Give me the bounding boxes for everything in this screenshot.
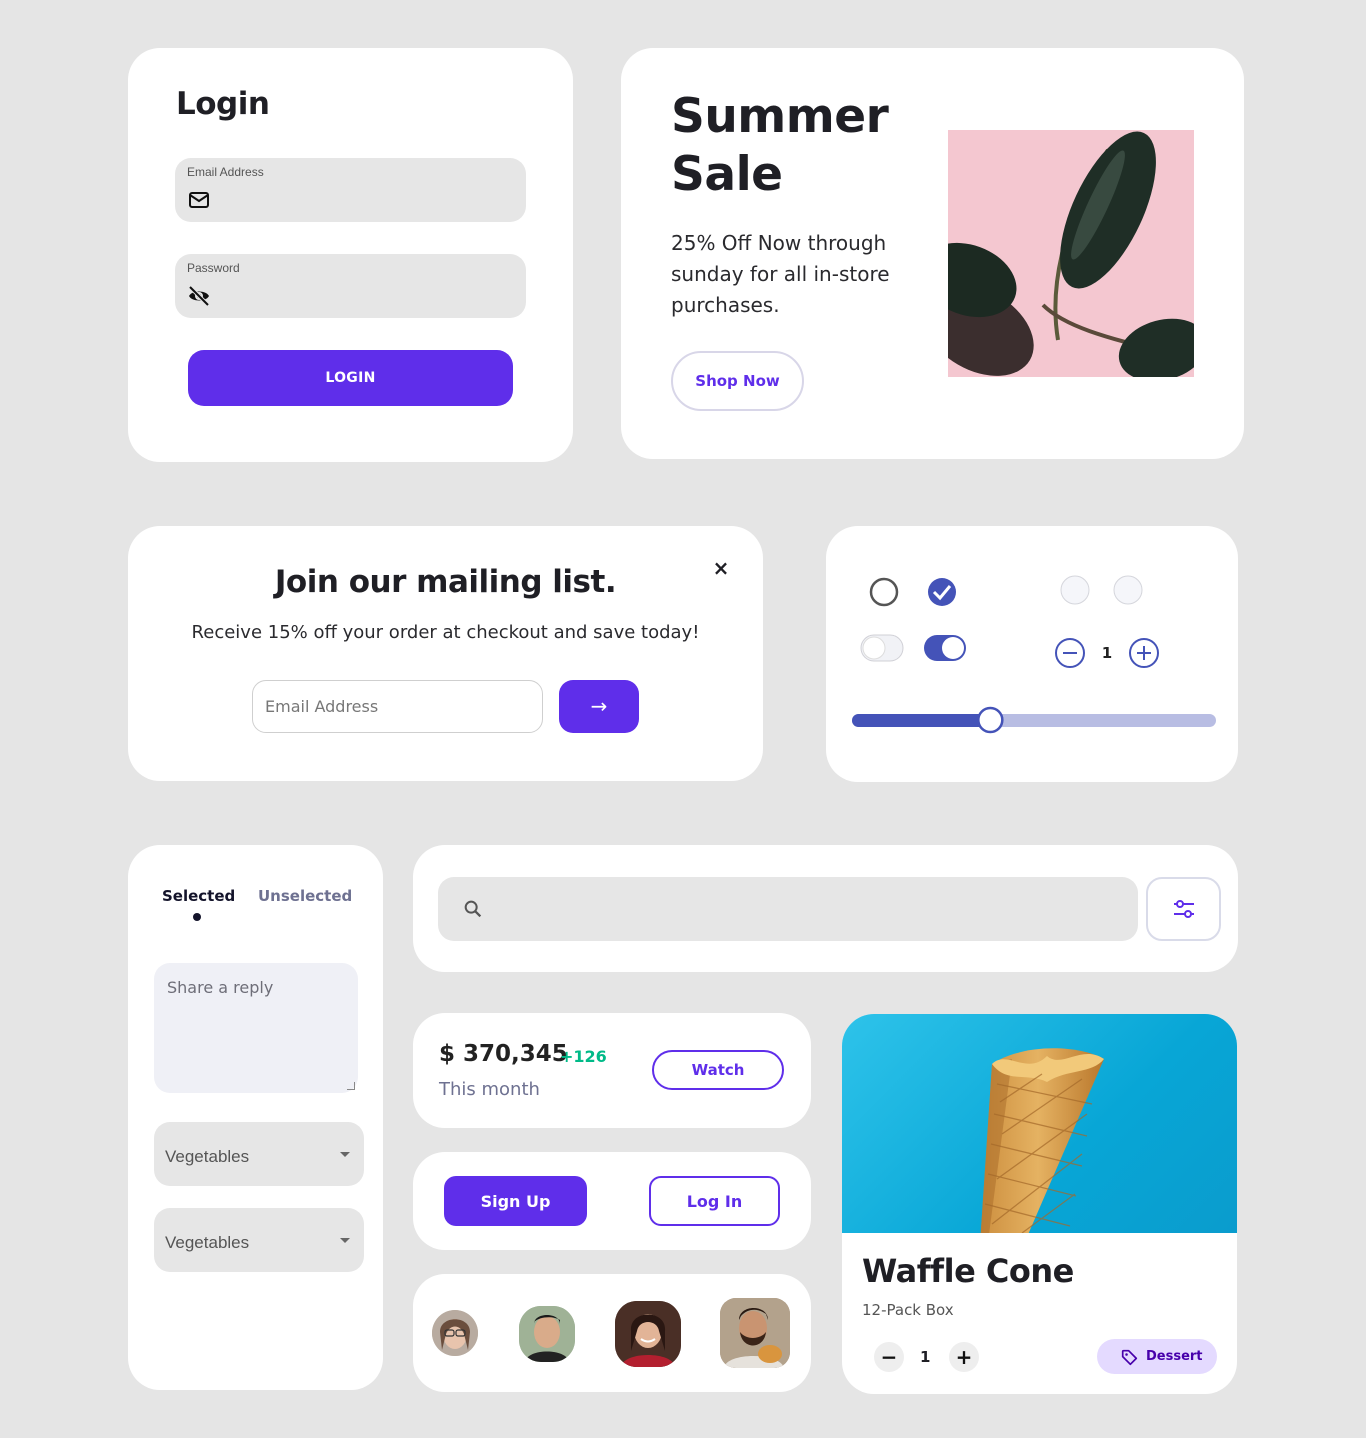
search-input[interactable] (438, 877, 1138, 941)
search-icon (464, 900, 482, 918)
stats-delta: +126 (560, 1047, 607, 1066)
product-card: Waffle Cone 12-Pack Box − 1 + Dessert (842, 1014, 1237, 1394)
search-card (413, 845, 1238, 972)
slider[interactable] (852, 706, 1216, 734)
dessert-badge[interactable]: Dessert (1097, 1339, 1217, 1374)
mailing-email-input[interactable]: Email Address (252, 680, 543, 733)
vegetables-select-2[interactable]: Vegetables (154, 1208, 364, 1272)
watch-button[interactable]: Watch (652, 1050, 784, 1090)
controls-card: 1 (826, 526, 1238, 782)
arrow-right-icon: → (590, 694, 608, 718)
avatar-2[interactable] (519, 1306, 575, 1362)
reply-textarea[interactable]: Share a reply (154, 963, 358, 1093)
quantity-minus-button[interactable]: − (874, 1342, 904, 1372)
caret-down-icon (340, 1238, 350, 1243)
signup-button[interactable]: Sign Up (444, 1176, 587, 1226)
tab-unselected[interactable]: Unselected (258, 887, 352, 905)
tab-selected[interactable]: Selected (162, 887, 235, 905)
radio-disabled-2[interactable] (1113, 575, 1143, 605)
login-small-button[interactable]: Log In (649, 1176, 780, 1226)
mailing-card: Join our mailing list. × Receive 15% off… (128, 526, 763, 781)
quantity-plus-button[interactable]: + (949, 1342, 979, 1372)
sale-card: Summer Sale 25% Off Now through sunday f… (621, 48, 1244, 459)
badge-label: Dessert (1146, 1349, 1203, 1364)
resize-handle-icon[interactable] (347, 1082, 355, 1090)
avatar-3[interactable] (615, 1301, 681, 1367)
caret-down-icon (340, 1152, 350, 1157)
login-title: Login (176, 86, 270, 122)
slider-thumb[interactable] (977, 706, 1004, 734)
eye-off-icon[interactable] (187, 284, 211, 308)
avatars-card (413, 1274, 811, 1392)
mail-icon (189, 192, 209, 208)
vegetables-select-1[interactable]: Vegetables (154, 1122, 364, 1186)
sale-description: 25% Off Now through sunday for all in-st… (671, 231, 890, 317)
select-value: Vegetables (165, 1233, 250, 1252)
login-card: Login Email Address Password LOGIN (128, 48, 573, 462)
radio-unchecked[interactable] (869, 577, 899, 607)
stepper-plus-button[interactable] (1129, 638, 1159, 668)
stepper-minus-button[interactable] (1055, 638, 1085, 668)
checkbox-checked[interactable] (928, 578, 956, 606)
shop-now-button[interactable]: Shop Now (671, 351, 804, 411)
sliders-icon (1174, 900, 1194, 918)
login-button[interactable]: LOGIN (188, 350, 513, 406)
toggle-off[interactable] (860, 634, 904, 662)
radio-disabled-1[interactable] (1060, 575, 1090, 605)
stats-amount: $ 370,345 (439, 1041, 568, 1067)
password-field[interactable]: Password (175, 254, 526, 318)
quantity-value: 1 (920, 1348, 931, 1366)
mailing-submit-button[interactable]: → (559, 680, 639, 733)
tabs-card: Selected Unselected Share a reply Vegeta… (128, 845, 383, 1390)
plant-image (948, 130, 1194, 377)
tab-indicator (193, 913, 201, 921)
password-label: Password (187, 261, 240, 275)
sale-title: Summer Sale (671, 89, 889, 202)
close-icon[interactable]: × (710, 556, 732, 580)
toggle-on[interactable] (924, 635, 966, 661)
filter-button[interactable] (1146, 877, 1221, 941)
stats-label: This month (439, 1079, 540, 1100)
mailing-subtitle: Receive 15% off your order at checkout a… (191, 622, 700, 643)
waffle-cone-image (842, 1014, 1237, 1364)
stats-card: $ 370,345 +126 This month Watch (413, 1013, 811, 1128)
email-field[interactable]: Email Address (175, 158, 526, 222)
select-value: Vegetables (165, 1147, 250, 1166)
auth-card: Sign Up Log In (413, 1152, 811, 1250)
mailing-title: Join our mailing list. (274, 564, 617, 600)
product-title: Waffle Cone (862, 1252, 1074, 1290)
stepper-value: 1 (1102, 644, 1112, 662)
tag-icon (1121, 1349, 1138, 1366)
avatar-1[interactable] (432, 1310, 478, 1356)
reply-placeholder: Share a reply (167, 978, 274, 997)
email-label: Email Address (187, 165, 264, 179)
product-subtitle: 12-Pack Box (862, 1301, 954, 1319)
avatar-4[interactable] (720, 1298, 790, 1368)
